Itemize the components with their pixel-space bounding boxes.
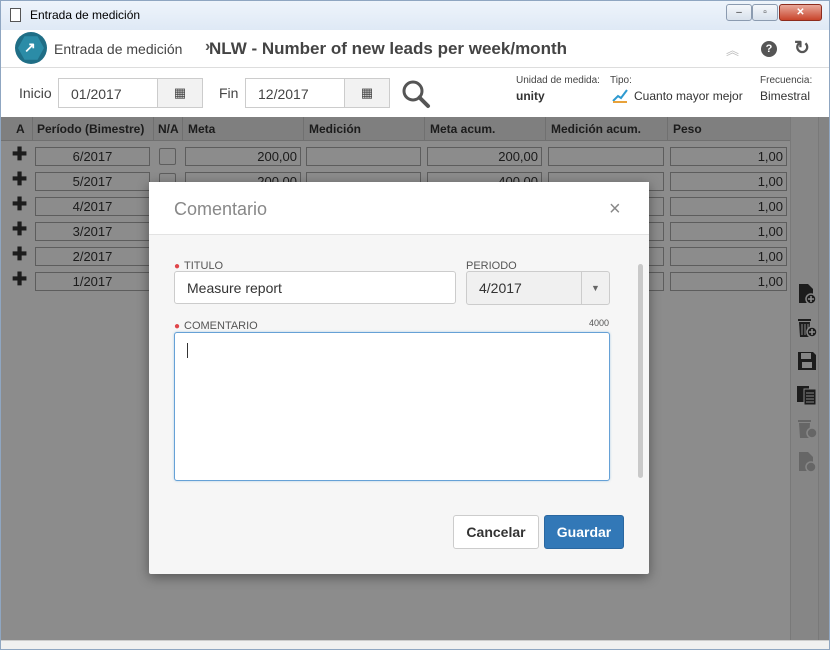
calendar-icon[interactable]: ▦ xyxy=(344,79,389,107)
app-logo-icon: ↗ xyxy=(15,32,47,64)
type-label: Tipo: xyxy=(610,75,632,86)
horizontal-scrollbar[interactable] xyxy=(1,640,829,649)
start-date-value: 01/2017 xyxy=(71,86,122,102)
start-date-field[interactable]: 01/2017 ▦ xyxy=(58,78,203,108)
end-label: Fin xyxy=(219,85,239,101)
search-icon[interactable] xyxy=(401,79,431,109)
frequency-label: Frecuencia: xyxy=(760,75,813,86)
page-header: ↗ Entrada de medición › NLW - Number of … xyxy=(1,30,829,68)
save-button[interactable]: Guardar xyxy=(544,515,624,549)
trend-up-icon xyxy=(612,89,628,103)
text-caret xyxy=(187,343,188,358)
page-title: NLW - Number of new leads per week/month xyxy=(209,39,567,58)
close-icon[interactable]: × xyxy=(609,198,621,221)
dialog-header: Comentario × xyxy=(149,182,649,235)
dialog-title: Comentario xyxy=(174,199,268,219)
unit-label: Unidad de medida: xyxy=(516,75,600,86)
end-date-field[interactable]: 12/2017 ▦ xyxy=(245,78,390,108)
end-date-value: 12/2017 xyxy=(258,86,309,102)
comentario-label: COMENTARIO xyxy=(184,320,258,332)
collapse-icon[interactable]: ︽ xyxy=(726,40,739,59)
comment-dialog: Comentario × ● TITULO PERIODO 4/2017 ▼ ●… xyxy=(149,182,649,574)
close-window-button[interactable]: ✕ xyxy=(779,4,822,21)
unit-value: unity xyxy=(516,89,545,103)
document-icon xyxy=(10,8,21,22)
chevron-down-icon[interactable]: ▼ xyxy=(581,272,609,304)
titulo-input[interactable] xyxy=(174,271,456,304)
char-counter: 4000 xyxy=(589,318,610,328)
start-label: Inicio xyxy=(19,85,52,101)
maximize-button[interactable]: ▫ xyxy=(752,4,778,21)
comentario-textarea[interactable] xyxy=(174,332,610,481)
breadcrumb-module[interactable]: Entrada de medición xyxy=(54,41,182,57)
periodo-value: 4/2017 xyxy=(479,280,522,296)
dialog-scrollbar[interactable] xyxy=(638,264,643,478)
type-value: Cuanto mayor mejor xyxy=(634,89,743,103)
minimize-button[interactable]: – xyxy=(726,4,752,21)
frequency-value: Bimestral xyxy=(760,89,811,103)
periodo-select[interactable]: 4/2017 ▼ xyxy=(466,271,610,305)
window-title: Entrada de medición xyxy=(30,8,141,22)
cancel-button[interactable]: Cancelar xyxy=(453,515,539,549)
window-titlebar: Entrada de medición – ▫ ✕ xyxy=(0,0,830,30)
calendar-icon[interactable]: ▦ xyxy=(157,79,202,107)
help-icon[interactable]: ? xyxy=(761,41,777,57)
required-marker-icon: ● xyxy=(174,321,181,332)
refresh-icon[interactable]: ↻ xyxy=(794,37,810,60)
